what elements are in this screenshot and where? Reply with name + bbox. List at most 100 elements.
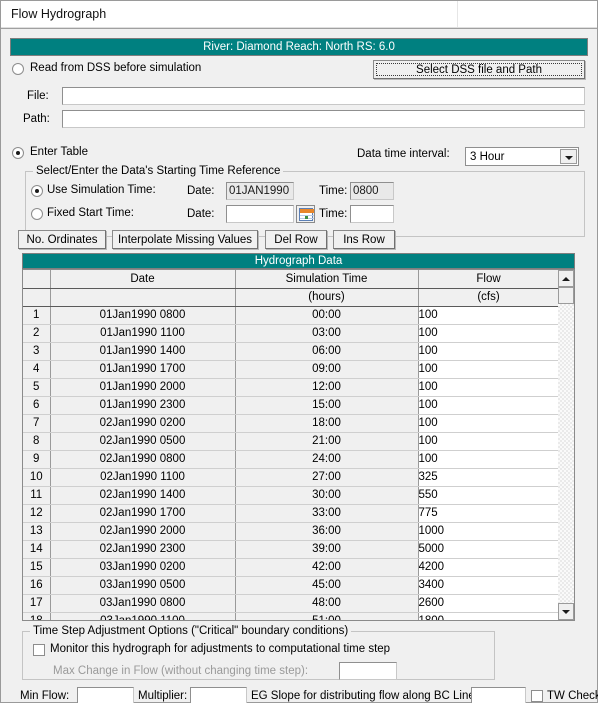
cell-rownum: 3 bbox=[23, 342, 51, 361]
cell-date: 02Jan1990 0200 bbox=[50, 414, 236, 433]
ins-row-button[interactable]: Ins Row bbox=[333, 230, 395, 249]
hydrograph-data-table[interactable]: Date Simulation Time Flow (hours) (cfs) … bbox=[22, 269, 575, 621]
cell-simulation-time: 06:00 bbox=[235, 342, 419, 361]
enter-table-label: Enter Table bbox=[30, 146, 88, 158]
cell-rownum: 9 bbox=[23, 450, 51, 469]
cell-simulation-time: 48:00 bbox=[235, 594, 419, 613]
table-row[interactable]: 8 02Jan1990 0500 21:00 100 bbox=[23, 432, 560, 451]
cell-rownum: 13 bbox=[23, 522, 51, 541]
table-row[interactable]: 5 01Jan1990 2000 12:00 100 bbox=[23, 378, 560, 397]
table-body: 1 01Jan1990 0800 00:00 100 2 01Jan1990 1100 03… bbox=[23, 306, 560, 620]
cell-flow[interactable]: 100 bbox=[418, 396, 560, 415]
cell-flow[interactable]: 100 bbox=[418, 360, 560, 379]
table-row[interactable]: 2 01Jan1990 1100 03:00 100 bbox=[23, 324, 560, 343]
window-system-buttons[interactable] bbox=[457, 1, 597, 27]
cell-flow[interactable]: 2600 bbox=[418, 594, 560, 613]
scroll-down-icon[interactable] bbox=[558, 603, 574, 620]
table-row[interactable]: 14 02Jan1990 2300 39:00 5000 bbox=[23, 540, 560, 559]
dialog-body: River: Diamond Reach: North RS: 6.0 Read… bbox=[1, 28, 598, 703]
col-header-rownum[interactable] bbox=[23, 270, 51, 289]
cell-flow[interactable]: 1000 bbox=[418, 522, 560, 541]
cell-flow[interactable]: 1800 bbox=[418, 612, 560, 620]
cell-rownum: 14 bbox=[23, 540, 51, 559]
tw-check-label: TW Check bbox=[547, 690, 598, 702]
table-row[interactable]: 4 01Jan1990 1700 09:00 100 bbox=[23, 360, 560, 379]
table-row[interactable]: 18 03Jan1990 1100 51:00 1800 bbox=[23, 612, 560, 620]
cell-rownum: 18 bbox=[23, 612, 51, 620]
col-header-simulation-time[interactable]: Simulation Time bbox=[235, 270, 419, 289]
table-row[interactable]: 12 02Jan1990 1700 33:00 775 bbox=[23, 504, 560, 523]
select-dss-file-and-path-button[interactable]: Select DSS file and Path bbox=[373, 60, 585, 79]
cell-flow[interactable]: 100 bbox=[418, 306, 560, 325]
cell-flow[interactable]: 100 bbox=[418, 378, 560, 397]
eg-slope-input[interactable] bbox=[471, 687, 526, 703]
cell-flow[interactable]: 100 bbox=[418, 414, 560, 433]
fixed-date-input[interactable] bbox=[226, 205, 294, 223]
table-row[interactable]: 17 03Jan1990 0800 48:00 2600 bbox=[23, 594, 560, 613]
start-time-reference-legend: Select/Enter the Data's Starting Time Re… bbox=[33, 165, 284, 177]
calendar-icon[interactable] bbox=[296, 205, 315, 223]
cell-flow[interactable]: 100 bbox=[418, 450, 560, 469]
dss-path-input[interactable] bbox=[62, 110, 585, 128]
table-row[interactable]: 13 02Jan1990 2000 36:00 1000 bbox=[23, 522, 560, 541]
scroll-up-icon[interactable] bbox=[558, 270, 574, 287]
river-reach-banner: River: Diamond Reach: North RS: 6.0 bbox=[10, 38, 588, 56]
tw-check-checkbox[interactable] bbox=[531, 690, 543, 702]
use-sim-time-input bbox=[350, 182, 394, 200]
cell-flow[interactable]: 100 bbox=[418, 324, 560, 343]
col-header-date[interactable]: Date bbox=[50, 270, 236, 289]
table-row[interactable]: 10 02Jan1990 1100 27:00 325 bbox=[23, 468, 560, 487]
monitor-hydrograph-label: Monitor this hydrograph for adjustments … bbox=[50, 643, 391, 655]
data-time-interval-select[interactable]: 3 Hour bbox=[465, 147, 579, 166]
no-ordinates-button[interactable]: No. Ordinates bbox=[18, 230, 106, 249]
enter-table-radio[interactable] bbox=[12, 147, 24, 159]
cell-date: 02Jan1990 0500 bbox=[50, 432, 236, 451]
window-title: Flow Hydrograph bbox=[11, 7, 107, 21]
table-row[interactable]: 3 01Jan1990 1400 06:00 100 bbox=[23, 342, 560, 361]
cell-date: 03Jan1990 0800 bbox=[50, 594, 236, 613]
read-from-dss-label: Read from DSS before simulation bbox=[30, 62, 202, 74]
fixed-start-time-radio[interactable] bbox=[31, 208, 43, 220]
cell-date: 01Jan1990 1700 bbox=[50, 360, 236, 379]
table-row[interactable]: 1 01Jan1990 0800 00:00 100 bbox=[23, 306, 560, 325]
scrollbar-thumb[interactable] bbox=[558, 287, 574, 304]
table-row[interactable]: 6 01Jan1990 2300 15:00 100 bbox=[23, 396, 560, 415]
cell-flow[interactable]: 4200 bbox=[418, 558, 560, 577]
multiplier-input[interactable] bbox=[190, 687, 247, 703]
cell-date: 01Jan1990 2300 bbox=[50, 396, 236, 415]
fixed-time-input[interactable] bbox=[350, 205, 394, 223]
chevron-down-icon[interactable] bbox=[560, 149, 577, 164]
cell-flow[interactable]: 775 bbox=[418, 504, 560, 523]
interpolate-missing-values-button[interactable]: Interpolate Missing Values bbox=[112, 230, 258, 249]
table-row[interactable]: 7 02Jan1990 0200 18:00 100 bbox=[23, 414, 560, 433]
cell-rownum: 4 bbox=[23, 360, 51, 379]
del-row-button[interactable]: Del Row bbox=[265, 230, 327, 249]
cell-flow[interactable]: 550 bbox=[418, 486, 560, 505]
table-row[interactable]: 9 02Jan1990 0800 24:00 100 bbox=[23, 450, 560, 469]
cell-flow[interactable]: 100 bbox=[418, 342, 560, 361]
cell-simulation-time: 03:00 bbox=[235, 324, 419, 343]
table-vertical-scrollbar[interactable] bbox=[558, 270, 574, 620]
table-row[interactable]: 11 02Jan1990 1400 30:00 550 bbox=[23, 486, 560, 505]
col-header-flow[interactable]: Flow bbox=[418, 270, 560, 289]
cell-flow[interactable]: 5000 bbox=[418, 540, 560, 559]
cell-simulation-time: 18:00 bbox=[235, 414, 419, 433]
start-time-reference-group: Select/Enter the Data's Starting Time Re… bbox=[25, 165, 585, 237]
table-subheader-row: (hours) (cfs) bbox=[23, 288, 560, 307]
cell-date: 02Jan1990 2300 bbox=[50, 540, 236, 559]
read-from-dss-radio[interactable] bbox=[12, 63, 24, 75]
cell-flow[interactable]: 325 bbox=[418, 468, 560, 487]
cell-flow[interactable]: 3400 bbox=[418, 576, 560, 595]
cell-rownum: 10 bbox=[23, 468, 51, 487]
cell-flow[interactable]: 100 bbox=[418, 432, 560, 451]
scrollbar-track[interactable] bbox=[558, 304, 574, 603]
table-row[interactable]: 15 03Jan1990 0200 42:00 4200 bbox=[23, 558, 560, 577]
cell-date: 02Jan1990 1700 bbox=[50, 504, 236, 523]
table-row[interactable]: 16 03Jan1990 0500 45:00 3400 bbox=[23, 576, 560, 595]
min-flow-input[interactable] bbox=[77, 687, 134, 703]
monitor-hydrograph-checkbox[interactable] bbox=[33, 644, 45, 656]
data-time-interval-label: Data time interval: bbox=[357, 148, 450, 160]
use-simulation-time-radio[interactable] bbox=[31, 185, 43, 197]
dss-file-input[interactable] bbox=[62, 87, 585, 105]
max-change-in-flow-input[interactable] bbox=[339, 662, 397, 680]
